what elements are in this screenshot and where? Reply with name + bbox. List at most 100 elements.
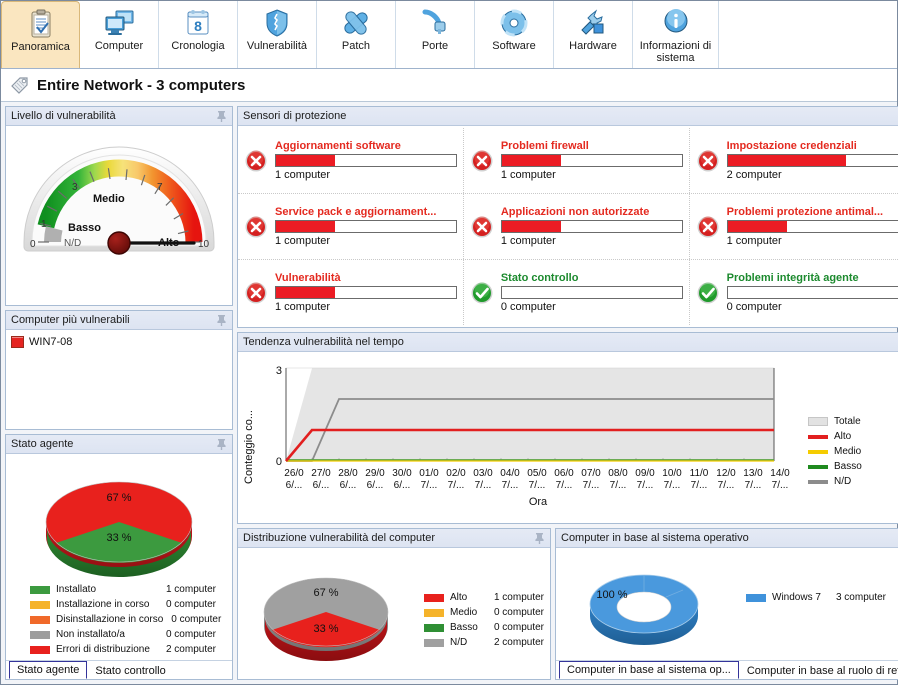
panel-header: Sensori di protezione [238, 107, 898, 126]
legend-label: Installazione in corso [56, 599, 150, 610]
legend-swatch-icon [30, 600, 50, 609]
ok-icon [696, 281, 720, 305]
info-icon [656, 6, 696, 38]
toolbar-item-patch[interactable]: Patch [317, 1, 396, 68]
sensor-count: 1 computer [275, 169, 331, 181]
sensor-problemi-firewall[interactable]: Problemi firewall 1 computer [464, 128, 690, 193]
tab-label: Stato agente [17, 664, 80, 676]
bandage-icon [336, 6, 376, 38]
toolbar-item-vulnerabilita[interactable]: Vulnerabilità [238, 1, 317, 68]
error-icon [470, 149, 494, 173]
toolbar-item-porte[interactable]: Porte [396, 1, 475, 68]
os-tabstrip: Computer in base al sistema op... Comput… [556, 660, 898, 679]
legend-item: Windows 7 3 computer [746, 590, 886, 605]
sensor-progress-bar [726, 286, 898, 299]
legend-label: Non installato/a [56, 629, 125, 640]
pin-icon[interactable] [534, 532, 545, 544]
panel-title: Distribuzione vulnerabilità del computer [243, 532, 435, 544]
pin-icon[interactable] [216, 110, 227, 122]
pin-icon[interactable] [216, 314, 227, 326]
sensor-service-pack-aggiornamenti[interactable]: Service pack e aggiornament... 1 compute… [238, 194, 464, 259]
sensor-problemi-integrita-agente[interactable]: Problemi integrità agente 0 computer [690, 260, 898, 325]
tab-computer-per-ruolo-di-rete[interactable]: Computer in base al ruolo di rete [738, 661, 898, 679]
svg-text:7/...: 7/... [691, 480, 708, 491]
tab-stato-controllo[interactable]: Stato controllo [87, 661, 174, 679]
svg-text:05/0: 05/0 [527, 468, 547, 479]
gauge-tick-0: 0 [30, 239, 36, 250]
panel-header: Distribuzione vulnerabilità del computer [238, 529, 550, 548]
sensor-impostazione-credenziali[interactable]: Impostazione credenziali 2 computer [690, 128, 898, 193]
toolbar-item-label: Hardware [569, 40, 617, 52]
sensor-aggiornamenti-software[interactable]: Aggiornamenti software 1 computer [238, 128, 464, 193]
legend-value: 0 computer [171, 614, 222, 625]
legend-swatch-icon [30, 630, 50, 639]
svg-text:6/...: 6/... [367, 480, 384, 491]
pin-icon[interactable] [216, 438, 227, 450]
legend-item: Medio [808, 444, 888, 459]
panel-title: Livello di vulnerabilità [11, 110, 116, 122]
toolbar-item-informazioni-di-sistema[interactable]: Informazioni di sistema [633, 1, 719, 68]
toolbar-item-label: Panoramica [11, 41, 70, 53]
panel-body: 0 1 3 7 10 N/D Basso Medio Alto [6, 126, 232, 305]
sensor-title: Problemi firewall [500, 140, 589, 152]
plug-icon [415, 6, 455, 38]
sensor-problemi-protezione-antimalware[interactable]: Problemi protezione antimal... 1 compute… [690, 194, 898, 259]
svg-text:03/0: 03/0 [473, 468, 493, 479]
pie-percent-label: 67 % [106, 492, 131, 504]
panel-security-sensors: Sensori di protezione Aggiornamenti soft… [237, 106, 898, 328]
most-vulnerable-list: WIN7-08 [6, 330, 232, 350]
toolbar-item-panoramica[interactable]: Panoramica [1, 1, 80, 68]
page-title-bar: Entire Network - 3 computers [1, 69, 897, 102]
sensor-applicazioni-non-autorizzate[interactable]: Applicazioni non autorizzate 1 computer [464, 194, 690, 259]
legend-item: Disinstallazione in corso 0 computer [30, 612, 221, 627]
sensor-progress-bar [275, 220, 457, 233]
svg-text:06/0: 06/0 [554, 468, 574, 479]
legend-label: Installato [56, 584, 97, 595]
pie-percent-label: 33 % [106, 532, 131, 544]
toolbar-item-computer[interactable]: Computer [80, 1, 159, 68]
y-axis-label: Conteggio co... [243, 410, 255, 484]
tag-icon [9, 74, 31, 96]
toolbar-item-cronologia[interactable]: 8 Cronologia [159, 1, 238, 68]
disc-icon [494, 6, 534, 38]
legend-label: Basso [450, 622, 478, 633]
svg-text:14/0: 14/0 [770, 468, 790, 479]
agent-state-legend: Installato 1 computer Installazione in c… [30, 582, 221, 657]
legend-swatch-icon [424, 623, 444, 632]
donut-percent-label: 100 % [596, 589, 627, 601]
toolbar-item-hardware[interactable]: Hardware [554, 1, 633, 68]
svg-text:7/...: 7/... [718, 480, 735, 491]
vulnerability-trend-chart: Conteggio co... 3 0 26/0 6/... 27/0 6/..… [238, 352, 898, 523]
legend-swatch-icon [424, 608, 444, 617]
error-icon [696, 215, 720, 239]
page-title: Entire Network - 3 computers [37, 76, 246, 94]
os-donut-chart: 100 % Windows 7 3 computer [556, 548, 898, 660]
gauge-zone-medio: Medio [93, 193, 125, 205]
gauge-tick-3: 3 [72, 182, 78, 193]
tab-label: Computer in base al sistema op... [567, 664, 731, 676]
gauge-tick-10: 10 [198, 239, 210, 250]
sensor-title: Problemi integrità agente [726, 272, 859, 284]
legend-swatch-icon [30, 645, 50, 654]
error-icon [244, 215, 268, 239]
trend-legend: Totale Alto Medio Basso N/D [808, 414, 888, 489]
legend-item: Medio 0 computer [424, 605, 544, 620]
sensor-stato-controllo[interactable]: Stato controllo 0 computer [464, 260, 690, 325]
legend-swatch-icon [30, 615, 50, 624]
legend-label: Disinstallazione in corso [56, 614, 164, 625]
os-legend: Windows 7 3 computer [746, 590, 886, 605]
list-item[interactable]: WIN7-08 [11, 334, 228, 350]
legend-swatch-icon [808, 434, 828, 439]
y-tick-max: 3 [276, 365, 282, 377]
tab-computer-per-sistema-operativo[interactable]: Computer in base al sistema op... [559, 661, 739, 679]
svg-text:7/...: 7/... [556, 480, 573, 491]
gauge-tick-1: 1 [41, 219, 47, 230]
svg-text:30/0: 30/0 [392, 468, 412, 479]
toolbar-item-label: Cronologia [171, 40, 225, 52]
tab-stato-agente[interactable]: Stato agente [9, 661, 88, 679]
sensor-vulnerabilita[interactable]: Vulnerabilità 1 computer [238, 260, 464, 325]
toolbar-item-software[interactable]: Software [475, 1, 554, 68]
legend-label: N/D [834, 476, 852, 487]
gauge-zone-nd: N/D [64, 238, 81, 249]
clipboard-icon [21, 7, 61, 39]
